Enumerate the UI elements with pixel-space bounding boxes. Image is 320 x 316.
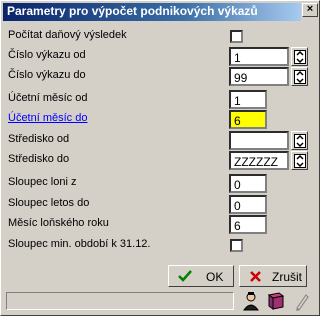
label-stredisko-do: Středisko do <box>8 153 70 165</box>
lookup-arrow-icon <box>294 50 306 64</box>
label-cislo-vykazu-do: Číslo výkazu do <box>8 69 86 81</box>
lookup-arrow-icon <box>294 70 306 84</box>
row-stredisko-od: Středisko od <box>1 130 320 150</box>
input-cislo-vykazu-do[interactable]: 99 <box>229 67 289 86</box>
input-sloupec-loni-z[interactable]: 0 <box>229 174 267 193</box>
label-ucetni-mesic-od: Účetní měsíc od <box>8 92 88 104</box>
row-mesic-lonskeho-roku: Měsíc loňského roku 6 <box>1 214 320 234</box>
input-ucetni-mesic-do[interactable]: 6 <box>229 110 267 129</box>
cancel-button-label: Zrušit <box>272 270 302 284</box>
input-cislo-vykazu-od[interactable]: 1 <box>229 47 289 66</box>
help-person-icon[interactable] <box>241 290 261 312</box>
x-icon <box>250 271 261 282</box>
lookup-button-cislo-vykazu-do[interactable] <box>291 67 308 86</box>
close-button[interactable]: × <box>302 3 318 17</box>
book-icon[interactable] <box>266 290 286 312</box>
row-stredisko-do: Středisko do ZZZZZZ <box>1 150 320 170</box>
lookup-button-stredisko-od[interactable] <box>291 131 308 150</box>
row-pocitat-danovy-vysledek: Počítat daňový výsledek <box>1 26 320 46</box>
status-field <box>6 292 234 310</box>
input-ucetni-mesic-od[interactable]: 1 <box>229 90 267 109</box>
row-ucetni-mesic-do: Účetní měsíc do 6 <box>1 109 320 129</box>
close-icon: × <box>306 3 314 15</box>
checkbox-sloupec-min-obdobi[interactable] <box>230 239 243 252</box>
title-bar: Parametry pro výpočet podnikových výkazů <box>3 3 301 21</box>
lookup-arrow-icon <box>294 134 306 148</box>
input-mesic-lonskeho-roku[interactable]: 6 <box>229 215 267 234</box>
pencil-icon[interactable] <box>292 290 312 312</box>
label-pocitat-danovy-vysledek: Počítat daňový výsledek <box>8 29 127 41</box>
ok-button[interactable]: OK <box>168 265 234 287</box>
label-sloupec-loni-z: Sloupec loni z <box>8 176 77 188</box>
row-cislo-vykazu-od: Číslo výkazu od 1 <box>1 46 320 66</box>
row-sloupec-letos-do: Sloupec letos do 0 <box>1 194 320 214</box>
label-cislo-vykazu-od: Číslo výkazu od <box>8 49 86 61</box>
lookup-button-stredisko-do[interactable] <box>291 151 308 170</box>
label-sloupec-letos-do: Sloupec letos do <box>8 197 90 209</box>
lookup-button-cislo-vykazu-od[interactable] <box>291 47 308 66</box>
label-mesic-lonskeho-roku: Měsíc loňského roku <box>8 217 109 229</box>
row-cislo-vykazu-do: Číslo výkazu do 99 <box>1 66 320 86</box>
input-stredisko-od[interactable] <box>229 131 289 150</box>
row-sloupec-loni-z: Sloupec loni z 0 <box>1 173 320 193</box>
input-stredisko-do[interactable]: ZZZZZZ <box>229 151 289 170</box>
label-ucetni-mesic-do: Účetní měsíc do <box>8 112 88 124</box>
row-sloupec-min-obdobi: Sloupec min. období k 31.12. <box>1 235 320 255</box>
window-title: Parametry pro výpočet podnikových výkazů <box>7 4 258 18</box>
ok-button-label: OK <box>206 270 224 284</box>
checkbox-pocitat-danovy-vysledek[interactable] <box>230 30 243 43</box>
check-icon <box>178 270 192 282</box>
input-sloupec-letos-do[interactable]: 0 <box>229 195 267 214</box>
row-ucetni-mesic-od: Účetní měsíc od 1 <box>1 89 320 109</box>
label-sloupec-min-obdobi: Sloupec min. období k 31.12. <box>8 238 151 250</box>
cancel-button[interactable]: Zrušit <box>239 265 307 287</box>
lookup-arrow-icon <box>294 154 306 168</box>
label-stredisko-od: Středisko od <box>8 133 70 145</box>
dialog-window: Parametry pro výpočet podnikových výkazů… <box>0 0 320 316</box>
